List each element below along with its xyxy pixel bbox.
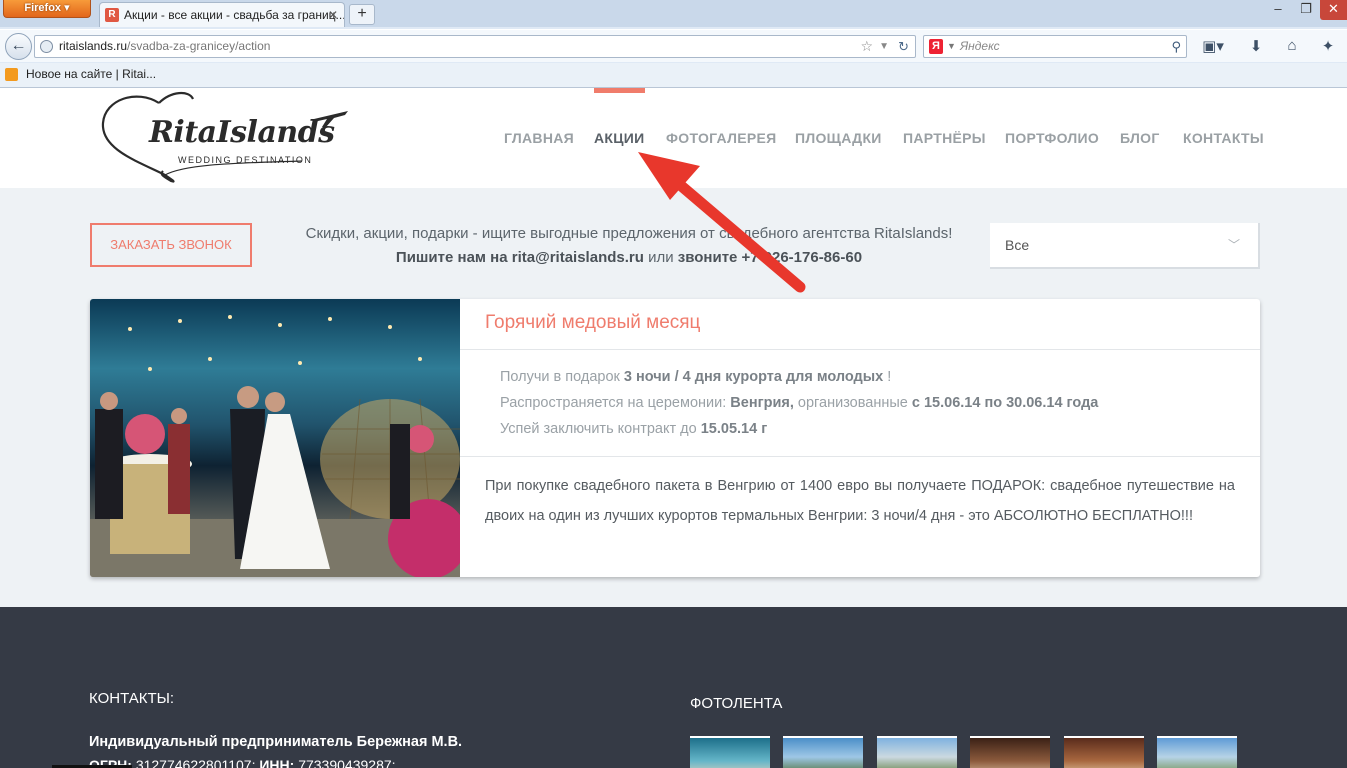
nav-item-actions[interactable]: АКЦИИ: [594, 88, 645, 188]
reload-icon[interactable]: ↻: [898, 36, 909, 57]
promo-filter-value: Все: [1005, 237, 1030, 253]
nav-item-gallery[interactable]: ФОТОГАЛЕРЕЯ: [666, 88, 776, 188]
promo-scope: Распространяется на церемонии: Венгрия, …: [500, 395, 1098, 411]
request-call-button[interactable]: ЗАКАЗАТЬ ЗВОНОК: [90, 223, 252, 267]
nav-item-venues[interactable]: ПЛОЩАДКИ: [795, 88, 882, 188]
footer-contacts-title: КОНТАКТЫ:: [89, 690, 175, 707]
photostrip-thumb[interactable]: [877, 736, 957, 768]
intro-line-2: Пишите нам на rita@ritaislands.ru или зв…: [268, 246, 990, 270]
rss-icon: [5, 68, 18, 81]
inn-value: 773390439287;: [294, 757, 396, 768]
intro-email: Пишите нам на rita@ritaislands.ru: [395, 249, 644, 266]
promo-card: Горячий медовый месяц Получи в подарок 3…: [90, 299, 1260, 577]
inn-label: ИНН:: [259, 757, 295, 768]
nav-item-home[interactable]: ГЛАВНАЯ: [504, 88, 574, 188]
wedding-photo-illustration: [90, 315, 460, 577]
nav-item-contacts[interactable]: КОНТАКТЫ: [1183, 88, 1264, 188]
logo-text: RitaIslands: [149, 115, 335, 150]
bookmarks-bar: Новое на сайте | Ritai...: [0, 63, 1347, 87]
photostrip-thumb[interactable]: [690, 736, 770, 768]
promo-scope-dates: с 15.06.14 по 30.06.14 года: [911, 395, 1099, 411]
tab-title: Акции - все акции - свадьба за границ...: [124, 8, 345, 22]
promo-deadline: Успей заключить контракт до 15.05.14 г: [500, 421, 767, 437]
site-logo[interactable]: RitaIslands WEDDING DESTINATION: [97, 91, 357, 183]
chevron-down-icon: ﹀: [1227, 238, 1240, 252]
nav-item-blog[interactable]: БЛОГ: [1120, 88, 1160, 188]
promo-gift-suffix: !: [883, 369, 892, 385]
search-input[interactable]: Я ▼ Яндекс ⚲: [923, 35, 1187, 58]
firefox-menu-button[interactable]: Firefox ▾: [3, 0, 91, 18]
photostrip-thumb[interactable]: [783, 736, 863, 768]
navigation-toolbar: ← ritaislands.ru/svadba-za-granicey/acti…: [0, 29, 1347, 62]
divider: [460, 349, 1260, 350]
url-path: /svadba-za-granicey/action: [127, 39, 271, 53]
promo-deadline-label: Успей заключить контракт до: [500, 421, 701, 437]
divider: [460, 456, 1260, 457]
photostrip-thumb[interactable]: [1064, 736, 1144, 768]
globe-icon: [40, 40, 53, 53]
search-icon[interactable]: ⚲: [1171, 36, 1181, 57]
ogrn-value: 312774622801107;: [131, 757, 260, 768]
tab-bar: Firefox ▾ R Акции - все акции - свадьба …: [0, 0, 1347, 27]
promo-gift-value: 3 ночи / 4 дня курорта для молодых: [623, 369, 884, 385]
search-engine-dropdown-icon[interactable]: ▼: [947, 36, 956, 57]
home-icon[interactable]: ⌂: [1279, 37, 1305, 54]
bookmark-item[interactable]: Новое на сайте | Ritai...: [26, 63, 156, 86]
promo-deadline-date: 15.05.14 г: [700, 421, 768, 437]
download-icon[interactable]: ⬇: [1243, 37, 1269, 55]
footer-entity: Индивидуальный предприниматель Бережная …: [89, 734, 463, 750]
nav-item-portfolio[interactable]: ПОРТФОЛИО: [1005, 88, 1099, 188]
yandex-icon[interactable]: Я: [929, 39, 943, 54]
window-close-button[interactable]: ✕: [1320, 0, 1347, 20]
promo-scope-country: Венгрия,: [730, 395, 794, 411]
photostrip-thumb[interactable]: [1157, 736, 1237, 768]
promo-filter-select[interactable]: Все ﹀: [990, 223, 1260, 269]
browser-chrome: Firefox ▾ R Акции - все акции - свадьба …: [0, 0, 1347, 88]
active-tab[interactable]: R Акции - все акции - свадьба за границ.…: [99, 2, 345, 27]
search-placeholder: Яндекс: [960, 39, 1000, 53]
intro-text: Скидки, акции, подарки - ищите выгодные …: [268, 222, 990, 270]
firefox-menu-label: Firefox: [24, 2, 62, 14]
intro-line-1: Скидки, акции, подарки - ищите выгодные …: [305, 225, 953, 242]
photostrip-title: ФОТОЛЕНТА: [690, 695, 783, 712]
back-arrow-icon[interactable]: ←: [5, 33, 32, 60]
window-minimize-button[interactable]: –: [1264, 0, 1292, 20]
promo-scope-label: Распространяется на церемонии:: [500, 395, 731, 411]
url-bar[interactable]: ritaislands.ru/svadba-za-granicey/action…: [34, 35, 916, 58]
airplane-icon: [313, 111, 348, 127]
promo-gift-label: Получи в подарок: [500, 369, 624, 385]
bookmarks-icon[interactable]: ▣▾: [1200, 37, 1226, 55]
promo-description: При покупке свадебного пакета в Венгрию …: [485, 478, 1235, 524]
intro-phone: звоните +7-926-176-86-60: [677, 249, 863, 266]
intro-or: или: [643, 249, 678, 266]
logo-subtitle: WEDDING DESTINATION: [178, 155, 313, 165]
nav-item-partners[interactable]: ПАРТНЁРЫ: [903, 88, 986, 188]
site-favicon: R: [105, 8, 119, 22]
footer-registration: ОГРН: 312774622801107; ИНН: 773390439287…: [89, 757, 396, 768]
star-icon[interactable]: ☆: [860, 36, 873, 57]
url-host: ritaislands.ru: [59, 39, 128, 53]
promo-scope-mid: организованные: [793, 395, 912, 411]
promo-photo[interactable]: [90, 299, 460, 577]
promo-title[interactable]: Горячий медовый месяц: [485, 312, 700, 334]
promo-gift: Получи в подарок 3 ночи / 4 дня курорта …: [500, 369, 891, 385]
addon-icon[interactable]: ✦: [1315, 37, 1341, 55]
new-tab-button[interactable]: +: [349, 4, 375, 25]
site-header: RitaIslands WEDDING DESTINATION ГЛАВНАЯ …: [0, 88, 1347, 188]
history-dropdown-icon[interactable]: ▼: [879, 36, 889, 57]
tab-close-icon[interactable]: ✕: [328, 3, 338, 27]
window-maximize-button[interactable]: ❐: [1292, 0, 1320, 20]
photostrip-thumb[interactable]: [970, 736, 1050, 768]
